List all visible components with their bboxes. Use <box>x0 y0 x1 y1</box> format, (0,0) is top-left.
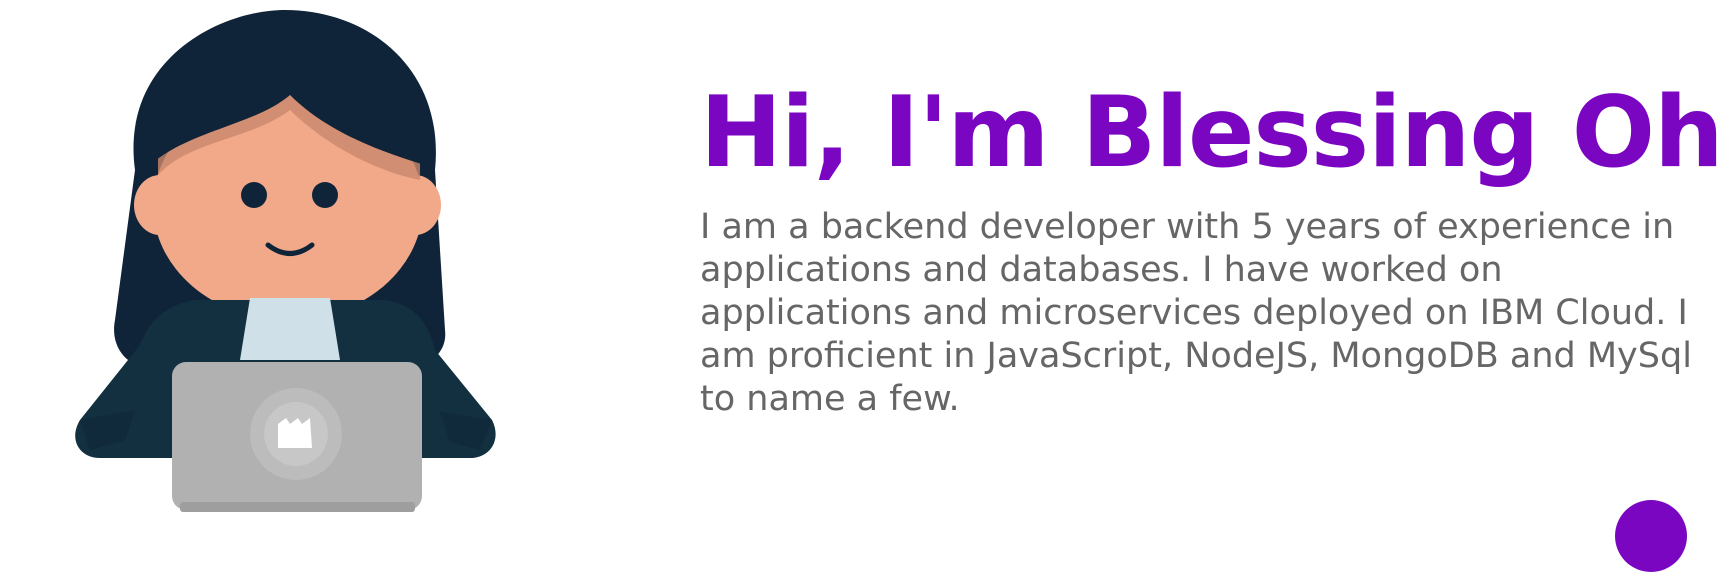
greeting-text: Hi, I'm Blessing Oh! <box>700 76 1722 190</box>
floating-circle-button[interactable] <box>1615 500 1687 572</box>
developer-illustration <box>75 10 496 512</box>
bio-paragraph: I am a backend developer with 5 years of… <box>700 206 1692 419</box>
hero-section: Hi, I'm Blessing Oh! I am a backend deve… <box>0 0 1722 582</box>
intro-text-block: Hi, I'm Blessing Oh! I am a backend deve… <box>700 79 1722 456</box>
greeting-heading: Hi, I'm Blessing Oh! <box>700 79 1722 188</box>
